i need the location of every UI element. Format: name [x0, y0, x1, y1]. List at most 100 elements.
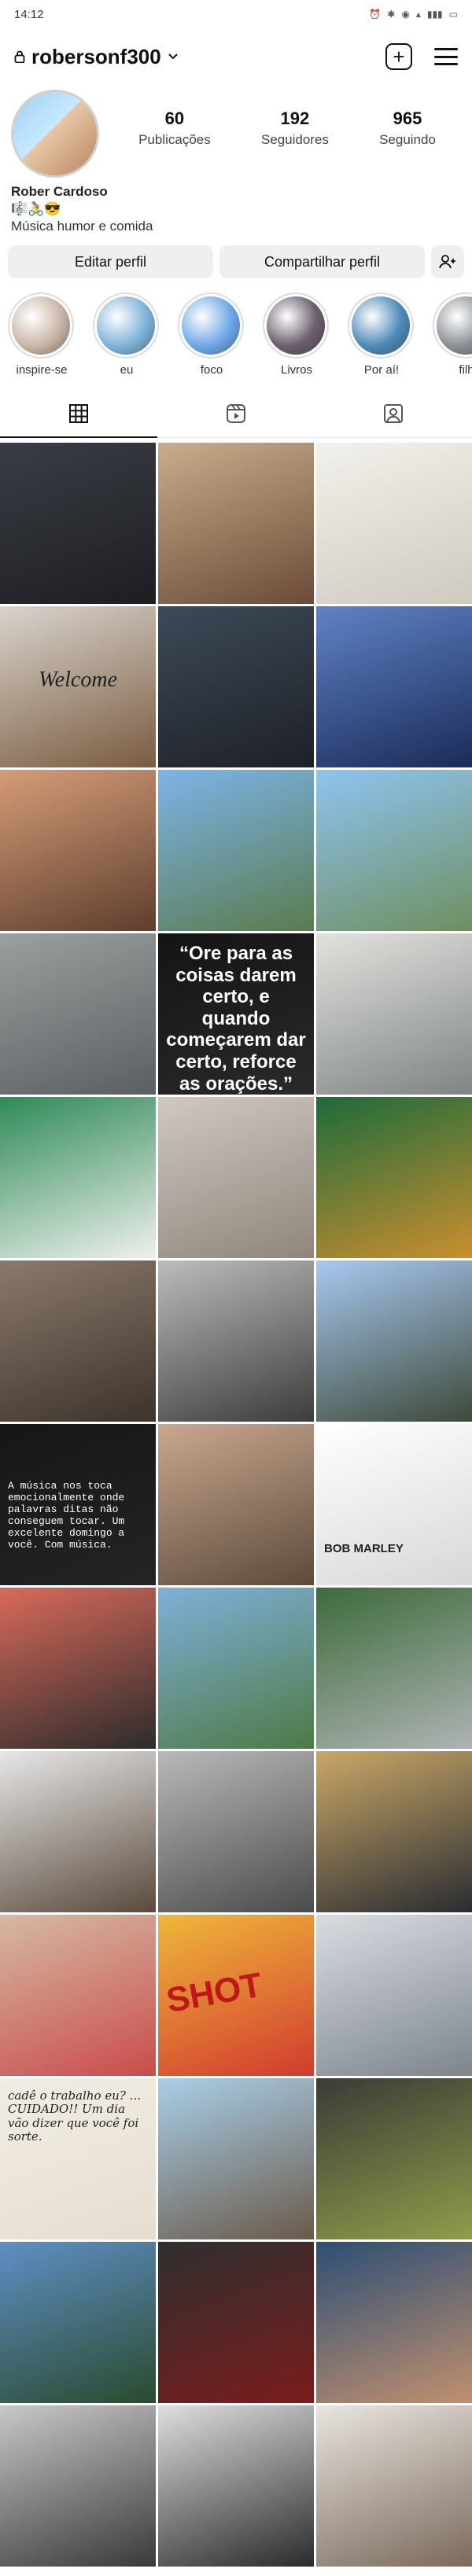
post-thumbnail[interactable]: [0, 443, 156, 604]
following-stat[interactable]: 965 Seguindo: [379, 109, 436, 148]
highlight-image: [437, 296, 472, 355]
edit-profile-button[interactable]: Editar perfil: [8, 245, 213, 278]
post-thumbnail[interactable]: [158, 2405, 314, 2567]
username: robersonf300: [31, 44, 161, 68]
story-highlight[interactable]: Livros: [263, 293, 330, 377]
post-thumbnail[interactable]: [316, 2078, 472, 2239]
add-person-icon[interactable]: [431, 245, 464, 278]
post-thumbnail[interactable]: [158, 1588, 314, 1749]
add-post-icon[interactable]: +: [385, 43, 412, 70]
tab-reels[interactable]: [157, 389, 315, 437]
lock-icon: [14, 50, 25, 63]
tagged-icon: [384, 403, 403, 423]
highlight-cover: [93, 293, 159, 359]
post-thumbnail[interactable]: [158, 606, 314, 767]
highlight-image: [12, 296, 70, 355]
post-thumbnail[interactable]: [316, 1260, 472, 1422]
post-thumbnail[interactable]: [316, 933, 472, 1095]
post-thumbnail[interactable]: [316, 1751, 472, 1912]
post-thumbnail[interactable]: Welcome: [0, 606, 156, 767]
signal-4g-icon: ▮▮▮: [426, 9, 443, 20]
tab-tagged[interactable]: [315, 389, 472, 437]
profile-tabs: [0, 389, 472, 438]
post-thumbnail[interactable]: “Ore para as coisas darem certo, e quand…: [158, 933, 314, 1095]
post-overlay-text: BOB MARLEY: [324, 1542, 404, 1555]
post-thumbnail[interactable]: [0, 1260, 156, 1422]
avatar[interactable]: [11, 90, 99, 178]
post-thumbnail[interactable]: [158, 1751, 314, 1912]
grid-icon: [69, 403, 88, 423]
reels-icon: [227, 403, 245, 423]
post-thumbnail[interactable]: [316, 2242, 472, 2403]
post-thumbnail[interactable]: [158, 1424, 314, 1585]
post-thumbnail[interactable]: SHOT: [158, 1915, 314, 2076]
post-thumbnail[interactable]: [316, 2405, 472, 2567]
status-icons: ⏰ ✱ ◉ ▴ ▮▮▮ ▭: [369, 9, 458, 20]
post-thumbnail[interactable]: [0, 770, 156, 931]
profile-header: robersonf300 +: [0, 28, 472, 85]
post-thumbnail[interactable]: [158, 1260, 314, 1422]
post-thumbnail[interactable]: cadê o trabalho eu? ... CUIDADO!! Um dia…: [0, 2078, 156, 2239]
posts-stat[interactable]: 60 Publicações: [138, 109, 211, 148]
menu-icon[interactable]: [434, 48, 458, 65]
story-highlight[interactable]: filh: [433, 293, 472, 377]
post-thumbnail[interactable]: [0, 2405, 156, 2567]
post-thumbnail[interactable]: [0, 2242, 156, 2403]
post-overlay-text: cadê o trabalho eu? ... CUIDADO!! Um dia…: [8, 2088, 141, 2144]
highlight-label: filh: [459, 363, 472, 377]
posts-count: 60: [164, 109, 185, 128]
highlight-label: foco: [200, 363, 223, 377]
story-highlights: inspire-se eu foco Livros Por aí! filh: [0, 278, 472, 377]
post-overlay-text: SHOT: [163, 1965, 265, 2021]
post-thumbnail[interactable]: A música nos toca emocionalmente onde pa…: [0, 1424, 156, 1585]
profile-summary: 60 Publicações 192 Seguidores 965 Seguin…: [0, 85, 472, 178]
wifi-speed-icon: ▴: [415, 9, 421, 20]
eye-icon: ◉: [401, 9, 410, 20]
story-highlight[interactable]: Por aí!: [348, 293, 415, 377]
profile-actions: Editar perfil Compartilhar perfil: [0, 234, 472, 278]
post-thumbnail[interactable]: [0, 1751, 156, 1912]
post-thumbnail[interactable]: [316, 1915, 472, 2076]
highlight-image: [267, 296, 325, 355]
highlight-label: Por aí!: [363, 363, 400, 377]
post-thumbnail[interactable]: [158, 443, 314, 604]
highlight-image: [182, 296, 240, 355]
story-highlight[interactable]: inspire-se: [8, 293, 76, 377]
post-thumbnail[interactable]: [158, 2242, 314, 2403]
following-count: 965: [393, 109, 422, 128]
post-thumbnail[interactable]: BOB MARLEY: [316, 1424, 472, 1585]
post-thumbnail[interactable]: [0, 933, 156, 1095]
post-thumbnail[interactable]: [316, 1588, 472, 1749]
post-thumbnail[interactable]: [158, 770, 314, 931]
status-time: 14:12: [14, 7, 44, 21]
bluetooth-icon: ✱: [387, 9, 396, 20]
highlight-image: [352, 296, 410, 355]
share-profile-button[interactable]: Compartilhar perfil: [219, 245, 425, 278]
chevron-down-icon: [168, 53, 178, 60]
post-thumbnail[interactable]: [0, 1097, 156, 1258]
highlight-label: Livros: [280, 363, 312, 377]
post-thumbnail[interactable]: [158, 1097, 314, 1258]
post-overlay-text: “Ore para as coisas darem certo, e quand…: [166, 943, 306, 1095]
followers-count: 192: [280, 109, 310, 128]
followers-stat[interactable]: 192 Seguidores: [261, 109, 329, 148]
highlight-image: [97, 296, 155, 355]
post-thumbnail[interactable]: [316, 1097, 472, 1258]
post-overlay-text: A música nos toca emocionalmente onde pa…: [8, 1480, 125, 1551]
profile-bio: Rober Cardoso 🎼🚴😎 Música humor e comida: [0, 178, 472, 234]
post-thumbnail[interactable]: [316, 770, 472, 931]
bio-emojis: 🎼🚴😎: [11, 201, 61, 216]
highlight-label: eu: [120, 363, 134, 377]
post-thumbnail[interactable]: [316, 606, 472, 767]
post-thumbnail[interactable]: [0, 1915, 156, 2076]
story-highlight[interactable]: eu: [93, 293, 160, 377]
account-switcher[interactable]: robersonf300: [14, 45, 179, 69]
tab-grid[interactable]: [0, 389, 157, 438]
post-thumbnail[interactable]: [158, 2078, 314, 2239]
post-thumbnail[interactable]: [0, 1588, 156, 1749]
post-thumbnail[interactable]: [316, 443, 472, 604]
highlight-label: inspire-se: [16, 363, 68, 377]
bio-text: Música humor e comida: [11, 219, 153, 234]
highlight-cover: [433, 293, 472, 359]
story-highlight[interactable]: foco: [178, 293, 245, 377]
